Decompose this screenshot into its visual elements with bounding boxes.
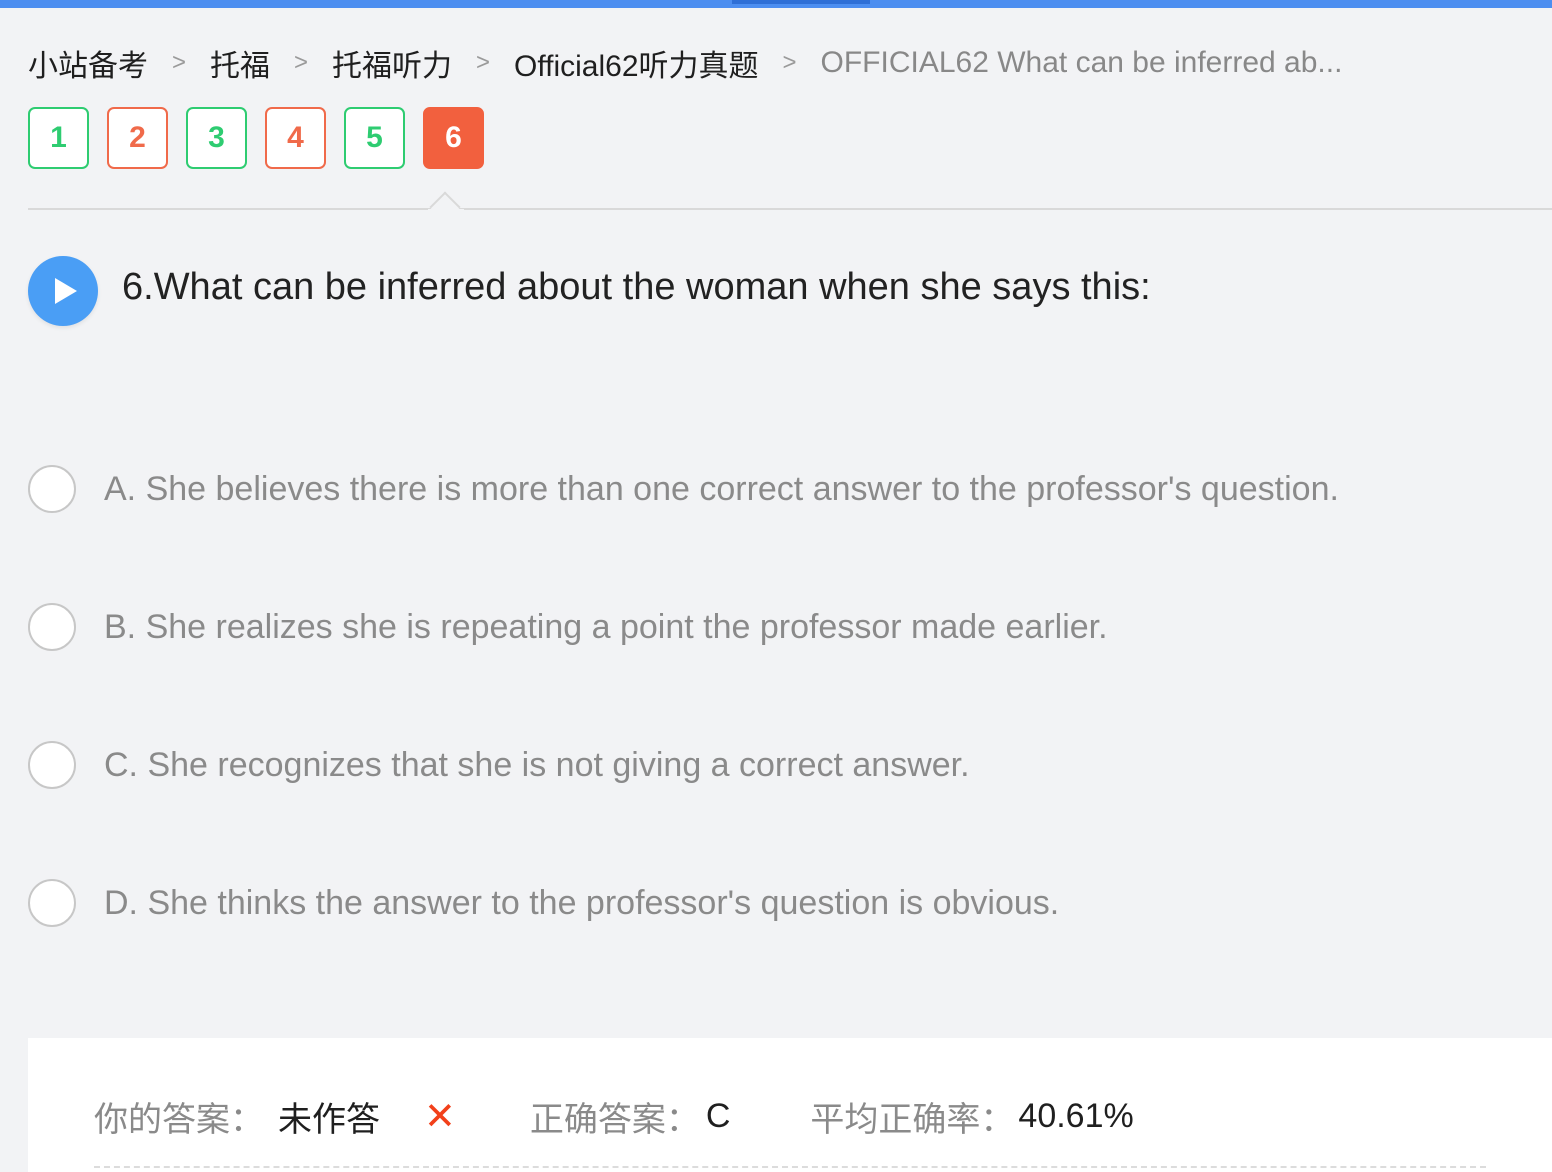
question-nav-item-5[interactable]: 5 xyxy=(344,107,405,169)
play-icon xyxy=(55,278,77,304)
breadcrumb-item-toefl[interactable]: 托福 xyxy=(210,41,270,85)
top-bar-active-tab xyxy=(732,0,870,4)
average-rate-value: 40.61% xyxy=(1018,1096,1134,1135)
radio-button[interactable] xyxy=(28,465,76,513)
breadcrumb-current: OFFICIAL62 What can be inferred ab... xyxy=(820,46,1343,79)
chevron-right-icon: > xyxy=(293,49,308,76)
question-nav-item-3[interactable]: 3 xyxy=(186,107,247,169)
option-label: D. She thinks the answer to the professo… xyxy=(104,883,1060,922)
question-nav: 1 2 3 4 5 6 xyxy=(28,107,484,169)
question-nav-item-2[interactable]: 2 xyxy=(107,107,168,169)
breadcrumb-item-xiaozhan[interactable]: 小站备考 xyxy=(28,41,148,85)
answer-summary: 你的答案： 未作答 ✕ 正确答案： C 平均正确率： 40.61% xyxy=(94,1094,1134,1139)
question-nav-item-6[interactable]: 6 xyxy=(423,107,484,169)
answer-panel: 你的答案： 未作答 ✕ 正确答案： C 平均正确率： 40.61% xyxy=(28,1038,1552,1172)
section-divider xyxy=(28,208,1552,210)
option-d[interactable]: D. She thinks the answer to the professo… xyxy=(28,878,1059,928)
your-answer-label: 你的答案： xyxy=(94,1100,264,1139)
question-nav-item-4[interactable]: 4 xyxy=(265,107,326,169)
your-answer-value: 未作答 xyxy=(278,1100,380,1139)
chevron-right-icon: > xyxy=(782,49,797,76)
chevron-right-icon: > xyxy=(171,49,186,76)
radio-button[interactable] xyxy=(28,879,76,927)
wrong-mark-icon: ✕ xyxy=(424,1095,456,1138)
option-label: A. She believes there is more than one c… xyxy=(104,469,1339,508)
play-audio-button[interactable] xyxy=(28,256,98,326)
radio-button[interactable] xyxy=(28,603,76,651)
question-nav-item-1[interactable]: 1 xyxy=(28,107,89,169)
option-b[interactable]: B. She realizes she is repeating a point… xyxy=(28,602,1108,652)
breadcrumb-item-official62[interactable]: Official62听力真题 xyxy=(514,41,759,85)
radio-button[interactable] xyxy=(28,741,76,789)
option-c[interactable]: C. She recognizes that she is not giving… xyxy=(28,740,970,790)
dashed-divider xyxy=(94,1166,1486,1168)
breadcrumb: 小站备考 > 托福 > 托福听力 > Official62听力真题 > OFFI… xyxy=(28,40,1342,86)
question-text: 6.What can be inferred about the woman w… xyxy=(122,266,1151,308)
chevron-right-icon: > xyxy=(475,49,490,76)
option-a[interactable]: A. She believes there is more than one c… xyxy=(28,464,1339,514)
breadcrumb-item-toefl-listening[interactable]: 托福听力 xyxy=(332,41,452,85)
option-label: C. She recognizes that she is not giving… xyxy=(104,745,970,784)
option-label: B. She realizes she is repeating a point… xyxy=(104,607,1108,646)
average-rate-label: 平均正确率： xyxy=(810,1100,1015,1139)
correct-answer-label: 正确答案： xyxy=(529,1100,700,1139)
correct-answer-value: C xyxy=(705,1096,731,1135)
